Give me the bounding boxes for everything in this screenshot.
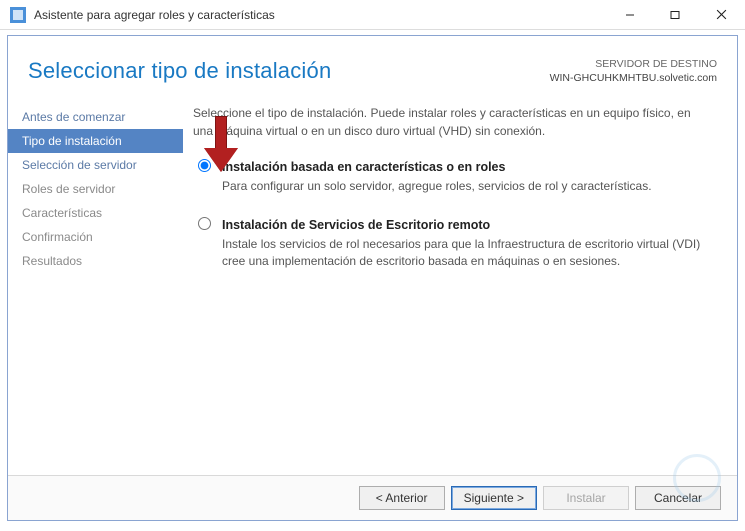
destination-server: WIN-GHCUHKMHTBU.solvetic.com xyxy=(550,72,717,86)
install-button: Instalar xyxy=(543,486,629,510)
step-features: Características xyxy=(8,201,183,225)
wizard-button-bar: < Anterior Siguiente > Instalar Cancelar xyxy=(8,475,737,520)
option-role-based-title: Instalación basada en características o … xyxy=(222,158,505,176)
previous-button[interactable]: < Anterior xyxy=(359,486,445,510)
step-server-roles: Roles de servidor xyxy=(8,177,183,201)
window-controls xyxy=(607,0,745,29)
step-server-selection[interactable]: Selección de servidor xyxy=(8,153,183,177)
option-role-based-desc: Para configurar un solo servidor, agregu… xyxy=(222,179,652,193)
step-installation-type[interactable]: Tipo de instalación xyxy=(8,129,183,153)
cancel-button[interactable]: Cancelar xyxy=(635,486,721,510)
wizard-steps-sidebar: Antes de comenzar Tipo de instalación Se… xyxy=(8,91,183,475)
minimize-button[interactable] xyxy=(607,0,652,29)
step-before-you-begin[interactable]: Antes de comenzar xyxy=(8,105,183,129)
option-rds-title: Instalación de Servicios de Escritorio r… xyxy=(222,216,490,234)
next-button[interactable]: Siguiente > xyxy=(451,486,537,510)
option-rds-desc: Instale los servicios de rol necesarios … xyxy=(222,237,700,268)
page-title: Seleccionar tipo de instalación xyxy=(28,58,331,84)
intro-text: Seleccione el tipo de instalación. Puede… xyxy=(193,105,713,140)
destination-label: SERVIDOR DE DESTINO xyxy=(550,58,717,72)
step-confirmation: Confirmación xyxy=(8,225,183,249)
maximize-button[interactable] xyxy=(652,0,697,29)
wizard-main: Seleccione el tipo de instalación. Puede… xyxy=(183,91,737,475)
close-button[interactable] xyxy=(697,0,745,29)
app-icon xyxy=(10,7,26,23)
wizard-header: Seleccionar tipo de instalación SERVIDOR… xyxy=(8,36,737,91)
option-role-based[interactable]: Instalación basada en características o … xyxy=(193,158,713,196)
wizard-frame: Seleccionar tipo de instalación SERVIDOR… xyxy=(7,35,738,521)
window-title: Asistente para agregar roles y caracterí… xyxy=(34,8,607,22)
radio-role-based[interactable] xyxy=(198,159,211,172)
option-rds[interactable]: Instalación de Servicios de Escritorio r… xyxy=(193,216,713,271)
title-bar: Asistente para agregar roles y caracterí… xyxy=(0,0,745,30)
destination-box: SERVIDOR DE DESTINO WIN-GHCUHKMHTBU.solv… xyxy=(550,58,717,85)
step-results: Resultados xyxy=(8,249,183,273)
radio-rds[interactable] xyxy=(198,217,211,230)
